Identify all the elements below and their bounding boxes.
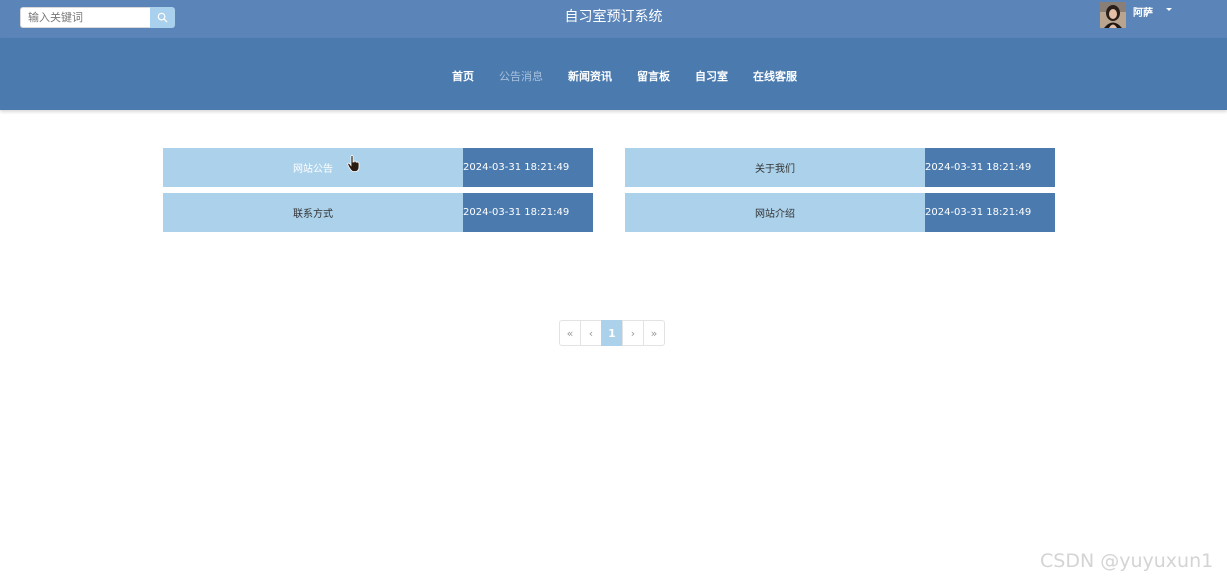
announcement-title[interactable]: 网站介绍 [625, 193, 925, 232]
nav-item-online-service[interactable]: 在线客服 [753, 68, 797, 84]
avatar[interactable] [1100, 2, 1126, 28]
announcement-card[interactable]: 关于我们 2024-03-31 18:21:49 [625, 148, 1055, 187]
nav-item-news[interactable]: 新闻资讯 [568, 68, 612, 84]
user-menu[interactable]: 阿萨 [1100, 2, 1172, 28]
nav-item-home[interactable]: 首页 [452, 68, 474, 84]
top-bar: 自习室预订系统 阿萨 [0, 0, 1227, 38]
nav-bar: 首页 公告消息 新闻资讯 留言板 自习室 在线客服 [0, 38, 1227, 110]
main-nav: 首页 公告消息 新闻资讯 留言板 自习室 在线客服 [452, 68, 822, 84]
pagination: « ‹ 1 › » [559, 320, 665, 346]
announcement-date: 2024-03-31 18:21:49 [463, 148, 593, 187]
prev-page-button[interactable]: ‹ [580, 320, 602, 346]
announcement-title[interactable]: 联系方式 [163, 193, 463, 232]
announcement-date: 2024-03-31 18:21:49 [925, 148, 1055, 187]
current-page-button[interactable]: 1 [601, 320, 623, 346]
hand-cursor-icon [347, 155, 360, 172]
next-page-button[interactable]: › [622, 320, 644, 346]
username[interactable]: 阿萨 [1133, 4, 1153, 19]
announcement-date: 2024-03-31 18:21:49 [925, 193, 1055, 232]
first-page-button[interactable]: « [559, 320, 581, 346]
nav-item-announcements[interactable]: 公告消息 [499, 68, 543, 84]
watermark: CSDN @yuyuxun1 [1040, 550, 1214, 572]
last-page-button[interactable]: » [643, 320, 665, 346]
announcement-date: 2024-03-31 18:21:49 [463, 193, 593, 232]
nav-item-message-board[interactable]: 留言板 [637, 68, 670, 84]
nav-item-study-room[interactable]: 自习室 [695, 68, 728, 84]
announcement-card[interactable]: 网站公告 2024-03-31 18:21:49 [163, 148, 593, 187]
app-title: 自习室预订系统 [564, 9, 663, 25]
avatar-photo-icon [1100, 2, 1126, 28]
announcement-title[interactable]: 网站公告 [163, 148, 463, 187]
announcement-title[interactable]: 关于我们 [625, 148, 925, 187]
chevron-down-icon[interactable] [1166, 8, 1172, 11]
announcement-card[interactable]: 联系方式 2024-03-31 18:21:49 [163, 193, 593, 232]
announcement-card[interactable]: 网站介绍 2024-03-31 18:21:49 [625, 193, 1055, 232]
